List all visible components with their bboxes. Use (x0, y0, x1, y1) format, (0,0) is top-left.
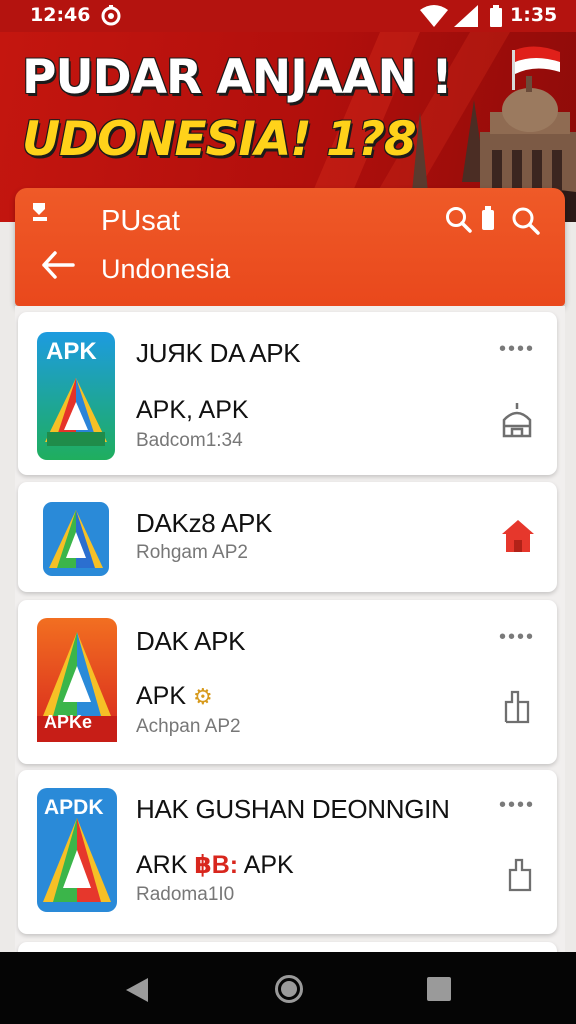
app-name: HAK GUSHAN DEONNGIN (136, 794, 450, 824)
list-item[interactable]: APK JUЯK DA APK APK, APK Badcom1:34 •••• (18, 312, 557, 475)
status-time-left: 12:46 (30, 4, 91, 26)
book-icon[interactable] (502, 688, 532, 729)
system-nav-bar (0, 952, 576, 1024)
search-icon[interactable] (445, 206, 473, 239)
drawer-icon[interactable] (31, 201, 51, 228)
app-bar: PUsat Undonesia (15, 188, 565, 306)
list-item[interactable]: DAKz8 APK Rohgam AP2 (18, 482, 557, 592)
list-item[interactable]: APKe DAK APK APK ⚙ Achpan AP2 •••• (18, 600, 557, 764)
back-arrow-icon[interactable] (41, 250, 75, 285)
hero-title-line-1: PUDAR ANJAAN ! (22, 50, 453, 105)
app-subtitle: APK, APK (136, 396, 249, 424)
app-description: Achpan AP2 (136, 716, 241, 737)
app-subtitle: ARK ฿B: APK (136, 851, 294, 879)
app-subtitle: Undonesia (101, 254, 231, 284)
battery-icon (489, 5, 503, 32)
more-options-icon[interactable]: •••• (499, 794, 535, 817)
app-description: Rohgam AP2 (136, 542, 248, 563)
more-options-icon[interactable]: •••• (499, 626, 535, 649)
more-options-icon[interactable]: •••• (499, 338, 535, 361)
share-icon[interactable] (506, 856, 534, 897)
app-list: APK JUЯK DA APK APK, APK Badcom1:34 ••••… (15, 306, 565, 954)
wifi-icon (420, 5, 448, 32)
apk-app-icon (43, 502, 109, 581)
hero-title-line-2: UDONESIA! 1?8 (22, 112, 417, 167)
nav-home-icon[interactable] (274, 974, 304, 1009)
app-icon-label: APK (46, 338, 97, 365)
list-item[interactable]: APDK HAK GUSHAN DEONNGIN ARK ฿B: APK Rad… (18, 770, 557, 934)
status-time-right: 1:35 (510, 4, 558, 26)
search-icon[interactable] (511, 206, 541, 241)
nav-recents-icon[interactable] (426, 976, 452, 1007)
cast-icon (100, 5, 122, 32)
app-description: Radoma1I0 (136, 884, 235, 905)
app-name: DAKz8 APK (136, 508, 273, 538)
nav-back-icon[interactable] (124, 976, 150, 1009)
app-description: Badcom1:34 (136, 430, 243, 451)
status-bar: 12:46 1:35 (0, 0, 576, 32)
app-icon-label: APDK (44, 796, 104, 819)
app-title: PUsat (101, 205, 180, 237)
app-icon-label: APKe (44, 712, 93, 732)
app-name: DAK APK (136, 626, 246, 656)
app-subtitle: APK ⚙ (136, 682, 213, 710)
mosque-outline-icon[interactable] (500, 400, 534, 443)
app-name: JUЯK DA APK (136, 338, 301, 368)
home-red-icon[interactable] (500, 518, 536, 559)
download-icon[interactable] (481, 206, 495, 237)
signal-icon (454, 5, 478, 32)
